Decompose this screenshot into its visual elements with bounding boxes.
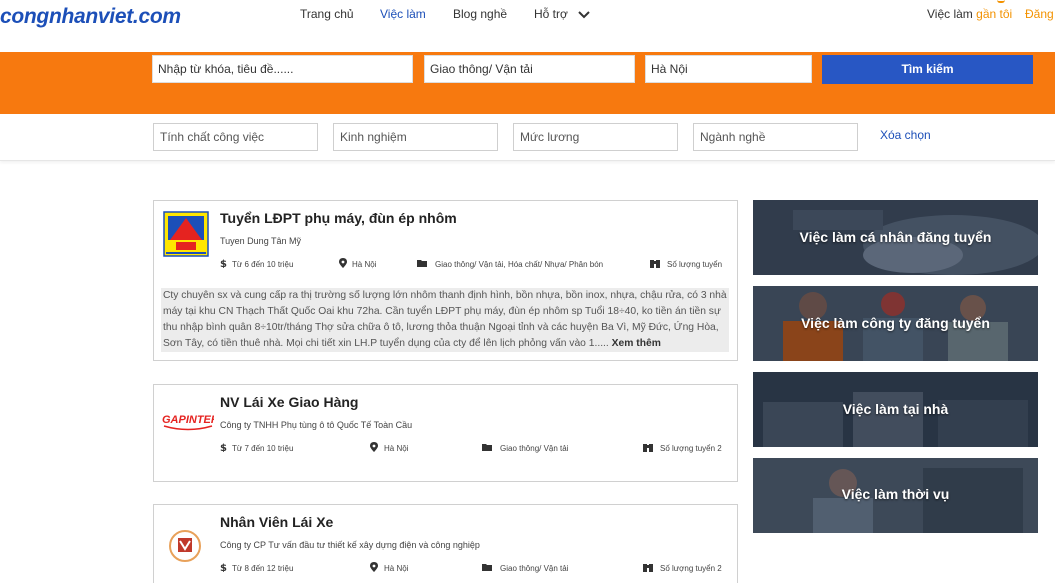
logo-wordmark: GAPINTER <box>162 414 214 426</box>
filter-experience[interactable]: Kinh nghiệm <box>333 123 498 151</box>
job-salary: Từ 6 đến 10 triệu <box>232 260 294 269</box>
dollar-icon: $ <box>220 563 227 572</box>
category-select[interactable]: Giao thông/ Vận tải <box>424 55 635 83</box>
job-salary: Từ 8 đến 12 triệu <box>232 564 294 573</box>
tile-label: Việc làm công ty đăng tuyển <box>801 315 990 331</box>
category-tile[interactable]: Việc làm thời vụ <box>753 458 1038 533</box>
nav-support[interactable]: Hỗ trợ <box>534 7 568 21</box>
folder-icon <box>482 444 492 451</box>
location-pin-icon <box>370 442 378 452</box>
svg-text:$: $ <box>220 563 227 572</box>
job-card[interactable]: Nhân Viên Lái Xe Công ty CP Tư vấn đầu t… <box>153 504 738 583</box>
job-card[interactable]: Tuyển LĐPT phụ máy, đùn ép nhôm Tuyen Du… <box>153 200 738 361</box>
site-header: congnhanviet.com Trang chủ Việc làm Blog… <box>0 0 1055 52</box>
tile-label: Việc làm thời vụ <box>841 486 950 502</box>
company-logo[interactable]: GAPINTER <box>162 411 219 438</box>
filter-job-type[interactable]: Tính chất công việc <box>153 123 318 151</box>
nav-blog[interactable]: Blog nghề <box>453 7 507 21</box>
category-tile[interactable]: Việc làm công ty đăng tuyển <box>753 286 1038 361</box>
company-logo[interactable] <box>162 210 210 263</box>
job-location: Hà Nội <box>384 564 409 573</box>
login-link[interactable]: Đăng <box>1025 7 1054 21</box>
job-category: Giao thông/ Vận tải, Hóa chất/ Nhựa/ Phâ… <box>435 260 604 269</box>
job-salary: Từ 7 đến 10 triệu <box>232 444 294 453</box>
svg-text:$: $ <box>220 443 227 452</box>
folder-icon <box>417 260 427 267</box>
job-location: Hà Nội <box>384 444 409 453</box>
clear-filters-link[interactable]: Xóa chọn <box>880 128 931 142</box>
location-select[interactable]: Hà Nội <box>645 55 812 83</box>
nearby-prefix: Việc làm <box>927 7 977 21</box>
binoculars-icon <box>643 444 653 452</box>
tile-label: Việc làm tại nhà <box>842 401 949 417</box>
job-quantity: Số lượng tuyển 2 <box>660 564 722 573</box>
company-name[interactable]: Công ty CP Tư vấn đầu tư thiết kế xây dự… <box>220 540 480 550</box>
company-logo[interactable] <box>168 529 202 568</box>
folder-icon <box>482 564 492 571</box>
site-logo[interactable]: congnhanviet.com <box>0 5 181 29</box>
binoculars-icon <box>643 564 653 572</box>
job-quantity: Số lượng tuyển 2 <box>660 444 722 453</box>
filter-industry[interactable]: Ngành nghề <box>693 123 858 151</box>
chevron-down-icon[interactable] <box>578 9 590 21</box>
job-description: Cty chuyên sx và cung cấp ra thị trường … <box>161 288 729 352</box>
dollar-icon: $ <box>220 443 227 452</box>
search-button[interactable]: Tìm kiếm <box>822 55 1033 84</box>
filter-salary[interactable]: Mức lương <box>513 123 678 151</box>
company-name[interactable]: Công ty TNHH Phụ tùng ô tô Quốc Tế Toàn … <box>220 420 412 430</box>
job-title[interactable]: Nhân Viên Lái Xe <box>220 514 333 530</box>
read-more-link[interactable]: Xem thêm <box>612 338 661 349</box>
nearby-jobs-link[interactable]: Việc làm gần tôi <box>927 7 1012 21</box>
keyword-search-input[interactable]: Nhập từ khóa, tiêu đề...... <box>152 55 413 83</box>
job-category: Giao thông/ Vận tải <box>500 444 569 453</box>
binoculars-icon <box>650 260 660 268</box>
company-name[interactable]: Tuyen Dung Tân Mỹ <box>220 236 301 246</box>
category-tile[interactable]: Việc làm cá nhân đăng tuyển <box>753 200 1038 275</box>
job-title[interactable]: NV Lái Xe Giao Hàng <box>220 394 358 410</box>
dollar-icon: $ <box>220 259 227 268</box>
category-tile[interactable]: Việc làm tại nhà <box>753 372 1038 447</box>
job-card[interactable]: GAPINTER NV Lái Xe Giao Hàng Công ty TNH… <box>153 384 738 482</box>
job-location: Hà Nội <box>352 260 377 269</box>
nearby-accent: gần tôi <box>976 7 1013 21</box>
nav-jobs[interactable]: Việc làm <box>380 7 426 21</box>
location-pin-icon <box>997 0 1005 3</box>
job-category: Giao thông/ Vận tải <box>500 564 569 573</box>
location-pin-icon <box>370 562 378 572</box>
tile-label: Việc làm cá nhân đăng tuyển <box>799 229 992 245</box>
svg-text:$: $ <box>220 259 227 268</box>
location-pin-icon <box>339 258 347 268</box>
nav-home[interactable]: Trang chủ <box>300 7 354 21</box>
job-quantity: Số lượng tuyển <box>667 260 723 269</box>
job-title[interactable]: Tuyển LĐPT phụ máy, đùn ép nhôm <box>220 210 457 226</box>
